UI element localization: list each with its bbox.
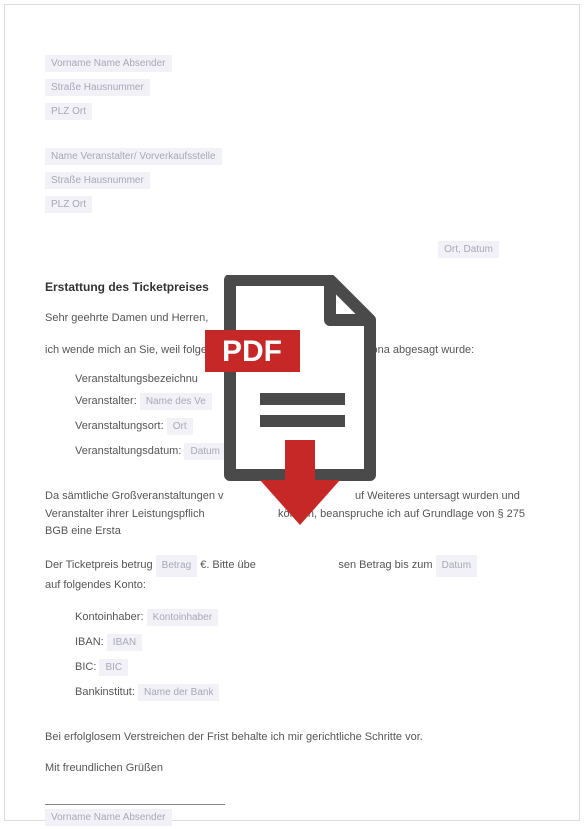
recipient-street-field[interactable]: Straße Hausnummer	[45, 172, 150, 189]
salutation-text: Sehr geehrte Damen und Herren,	[45, 310, 539, 328]
intro-text: ich wende mich an Sie, weil folgende n C…	[45, 342, 539, 360]
bank-bic-label: BIC:	[75, 661, 96, 673]
price-line-b: €. Bitte übe	[200, 559, 256, 571]
bank-name-label: Bankinstitut:	[75, 686, 135, 698]
event-place-field[interactable]: Ort	[167, 418, 193, 435]
recipient-city-field[interactable]: PLZ Ort	[45, 196, 92, 213]
price-line-d: auf folgendes Konto:	[45, 579, 146, 591]
signature-line	[45, 804, 225, 805]
event-name-label: Veranstaltungsbezeichnu	[75, 373, 198, 385]
body1-a: Da sämtliche Großveranstaltungen v	[45, 490, 224, 502]
price-line-a: Der Ticketpreis betrug	[45, 559, 153, 571]
recipient-name-field[interactable]: Name Veranstalter/ Vorverkaufsstelle	[45, 148, 222, 165]
sender-city-field[interactable]: PLZ Ort	[45, 103, 92, 120]
closing-2: Mit freundlichen Grüßen	[45, 760, 539, 778]
closing-1: Bei erfolglosem Verstreichen der Frist b…	[45, 729, 539, 747]
price-paragraph: Der Ticketpreis betrug Betrag €. Bitte ü…	[45, 555, 539, 595]
body-paragraph-1: Da sämtliche Großveranstaltungen v uf We…	[45, 488, 539, 541]
event-details: Veranstaltungsbezeichnu Veranstalter: Na…	[75, 373, 539, 460]
sender-street-field[interactable]: Straße Hausnummer	[45, 79, 150, 96]
bank-iban-label: IBAN:	[75, 636, 104, 648]
price-amount-field[interactable]: Betrag	[156, 555, 197, 577]
place-date-field[interactable]: Ort, Datum	[438, 241, 499, 258]
event-date-label: Veranstaltungsdatum:	[75, 445, 181, 457]
bank-iban-field[interactable]: IBAN	[107, 634, 142, 651]
price-date-field[interactable]: Datum	[436, 555, 477, 577]
event-place-label: Veranstaltungsort:	[75, 420, 164, 432]
event-date-field[interactable]: Datum	[184, 443, 225, 460]
intro-post: n Corona abgesagt wurde:	[345, 344, 475, 356]
bank-bic-field[interactable]: BIC	[99, 659, 128, 676]
event-organizer-label: Veranstalter:	[75, 395, 137, 407]
price-line-c: sen Betrag bis zum	[338, 559, 432, 571]
sender-name-field[interactable]: Vorname Name Absender	[45, 55, 172, 72]
signature-field[interactable]: Vorname Name Absender	[45, 809, 172, 826]
sender-block: Vorname Name Absender Straße Hausnummer …	[45, 55, 539, 120]
recipient-block: Name Veranstalter/ Vorverkaufsstelle Str…	[45, 148, 539, 213]
bank-name-field[interactable]: Name der Bank	[138, 684, 219, 701]
document-page: Vorname Name Absender Straße Hausnummer …	[4, 4, 580, 821]
intro-pre: ich wende mich an Sie, weil folgende	[45, 344, 225, 356]
bank-holder-label: Kontoinhaber:	[75, 611, 144, 623]
subject-heading: Erstattung des Ticketpreises	[45, 280, 539, 294]
bank-details: Kontoinhaber: Kontoinhaber IBAN: IBAN BI…	[75, 609, 539, 701]
place-date-line: Ort, Datum	[45, 241, 539, 258]
event-organizer-field[interactable]: Name des Ve	[140, 393, 212, 410]
bank-holder-field[interactable]: Kontoinhaber	[147, 609, 219, 626]
